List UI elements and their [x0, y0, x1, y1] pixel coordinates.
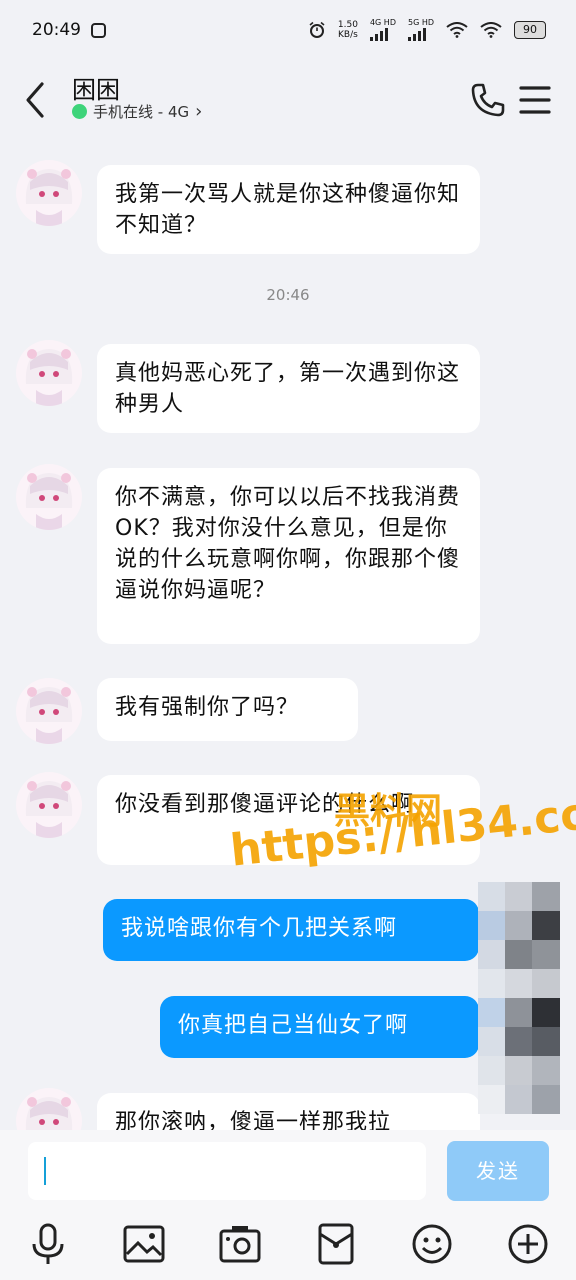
red-packet-icon[interactable] [314, 1222, 358, 1266]
incoming-message[interactable]: 你没看到那傻逼评论的什么啊 [97, 775, 480, 865]
contact-avatar[interactable] [16, 1088, 82, 1130]
network-speed: 1.50 KB/s [338, 20, 358, 40]
input-bar: 发送 [0, 1130, 576, 1280]
message-timestamp: 20:46 [266, 286, 310, 304]
pixelated-avatar-censor [478, 882, 560, 1114]
status-time: 20:49 [32, 20, 81, 40]
online-status[interactable]: 手机在线 - 4G › [72, 101, 202, 122]
incoming-message[interactable]: 你不满意，你可以以后不找我消费OK？我对你没什么意见，但是你说的什么玩意啊你啊，… [97, 468, 480, 644]
battery-icon: 90 [514, 21, 546, 39]
outgoing-message[interactable]: 我说啥跟你有个几把关系啊 [103, 899, 479, 961]
camera-icon[interactable] [218, 1222, 262, 1266]
wifi-icon [446, 22, 468, 38]
speed-unit: KB/s [338, 30, 358, 40]
net-label-2: 5G HD [407, 18, 434, 27]
back-button[interactable] [20, 80, 52, 120]
online-dot-icon [72, 104, 87, 119]
anime-girl-avatar-icon [25, 169, 73, 226]
status-right: 1.50 KB/s 4G HD 5G HD 90 [308, 19, 546, 41]
anime-girl-avatar-icon [25, 781, 73, 838]
text-caret [44, 1157, 46, 1185]
anime-girl-avatar-icon [25, 473, 73, 530]
incoming-message[interactable]: 我有强制你了吗？ [97, 678, 358, 741]
image-icon[interactable] [122, 1222, 166, 1266]
contact-name[interactable]: 困困 [72, 70, 120, 105]
status-bar: 20:49 1.50 KB/s 4G HD 5G HD 90 [0, 0, 576, 60]
contact-avatar[interactable] [16, 678, 82, 744]
chat-header: 困困 手机在线 - 4G › [0, 60, 576, 138]
contact-avatar[interactable] [16, 160, 82, 226]
alarm-icon [309, 21, 325, 38]
plus-icon[interactable] [506, 1222, 550, 1266]
status-left: 20:49 [32, 20, 106, 40]
anime-girl-avatar-icon [25, 349, 73, 406]
incoming-message[interactable]: 真他妈恶心死了，第一次遇到你这种男人 [97, 344, 480, 433]
contact-avatar[interactable] [16, 464, 82, 530]
speed-value: 1.50 [337, 20, 358, 30]
microphone-icon[interactable] [26, 1222, 70, 1266]
wifi-icon-2 [480, 22, 502, 38]
phone-call-button[interactable] [470, 82, 506, 118]
anime-girl-avatar-icon [25, 1097, 73, 1130]
online-status-text: 手机在线 - 4G [93, 103, 190, 121]
contact-avatar[interactable] [16, 772, 82, 838]
message-input[interactable] [28, 1142, 426, 1200]
anime-girl-avatar-icon [25, 687, 73, 744]
signal-bars-icon [369, 27, 396, 41]
emoji-icon[interactable] [410, 1222, 454, 1266]
menu-button[interactable] [519, 85, 551, 115]
signal-bars-icon [407, 27, 434, 41]
outgoing-message[interactable]: 你真把自己当仙女了啊 [160, 996, 479, 1058]
incoming-message[interactable]: 我第一次骂人就是你这种傻逼你知不知道？ [97, 165, 480, 254]
chevron-right-icon: › [195, 101, 203, 122]
app-notification-icon [91, 22, 106, 38]
incoming-message[interactable]: 那你滚呐，傻逼一样那我拉 [97, 1093, 480, 1130]
signal-1: 4G HD [369, 18, 396, 41]
input-toolbar [0, 1222, 576, 1272]
contact-avatar[interactable] [16, 340, 82, 406]
signal-2: 5G HD [407, 18, 434, 41]
message-list[interactable]: 我第一次骂人就是你这种傻逼你知不知道？ 20:46 真他妈恶心死了，第一次遇到你… [0, 138, 576, 1130]
send-button[interactable]: 发送 [447, 1141, 549, 1201]
net-label-1: 4G HD [369, 18, 396, 27]
